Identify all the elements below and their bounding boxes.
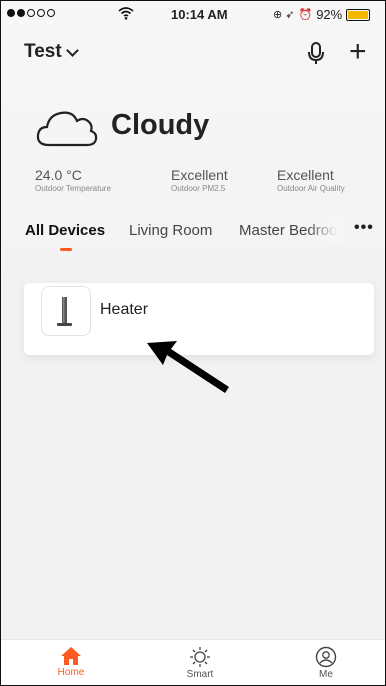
tab-living-room[interactable]: Living Room: [129, 222, 212, 239]
status-bar: 10:14 AM ⊕ ➶ ⏰ 92%: [1, 7, 385, 25]
battery-icon: [346, 8, 371, 21]
add-device-button[interactable]: +: [349, 37, 367, 67]
stat-value: Excellent: [171, 167, 228, 183]
status-time: 10:14 AM: [171, 7, 228, 22]
stat-air-quality: Excellent Outdoor Air Quality: [277, 167, 345, 193]
heater-icon: [41, 286, 91, 336]
nav-label: Smart: [186, 669, 214, 680]
stat-label: Outdoor PM2.5: [171, 184, 226, 193]
signal-strength-icon: [7, 9, 55, 17]
active-tab-indicator: [60, 248, 72, 251]
tab-all-devices[interactable]: All Devices: [25, 222, 105, 239]
bottom-tab-bar: Home Smart Me: [1, 639, 385, 685]
microphone-icon[interactable]: [307, 41, 325, 65]
weather-condition: Cloudy: [111, 109, 210, 141]
stat-pm25: Excellent Outdoor PM2.5: [171, 167, 228, 193]
tabs-fade: [307, 216, 345, 244]
stat-label: Outdoor Temperature: [35, 184, 111, 193]
nav-label: Me: [319, 669, 333, 680]
location-icon: ⊕ ➶: [273, 9, 295, 21]
chevron-down-icon: [65, 43, 79, 57]
nav-smart[interactable]: Smart: [160, 640, 240, 685]
stat-value: Excellent: [277, 167, 334, 183]
stat-temperature: 24.0 °C Outdoor Temperature: [35, 167, 111, 193]
nav-label: Home: [57, 667, 85, 678]
stat-label: Outdoor Air Quality: [277, 184, 345, 193]
nav-me[interactable]: Me: [286, 640, 366, 685]
pointer-arrow-icon: [147, 341, 229, 393]
cloud-icon: [35, 105, 99, 149]
battery-percent: 92%: [316, 7, 343, 22]
nav-home[interactable]: Home: [31, 640, 111, 685]
more-tabs-button[interactable]: •••: [354, 219, 374, 237]
home-name: Test: [24, 41, 62, 62]
app-screen: 10:14 AM ⊕ ➶ ⏰ 92% Test + Cloudy 24.0 °C…: [0, 0, 386, 686]
sun-icon: [190, 647, 210, 667]
alarm-icon: ⏰: [298, 9, 313, 21]
home-icon: [61, 647, 81, 665]
wifi-icon: [118, 7, 134, 23]
home-selector[interactable]: Test: [24, 41, 79, 63]
stat-value: 24.0 °C: [35, 167, 82, 183]
device-name: Heater: [100, 301, 149, 318]
user-icon: [315, 646, 337, 668]
